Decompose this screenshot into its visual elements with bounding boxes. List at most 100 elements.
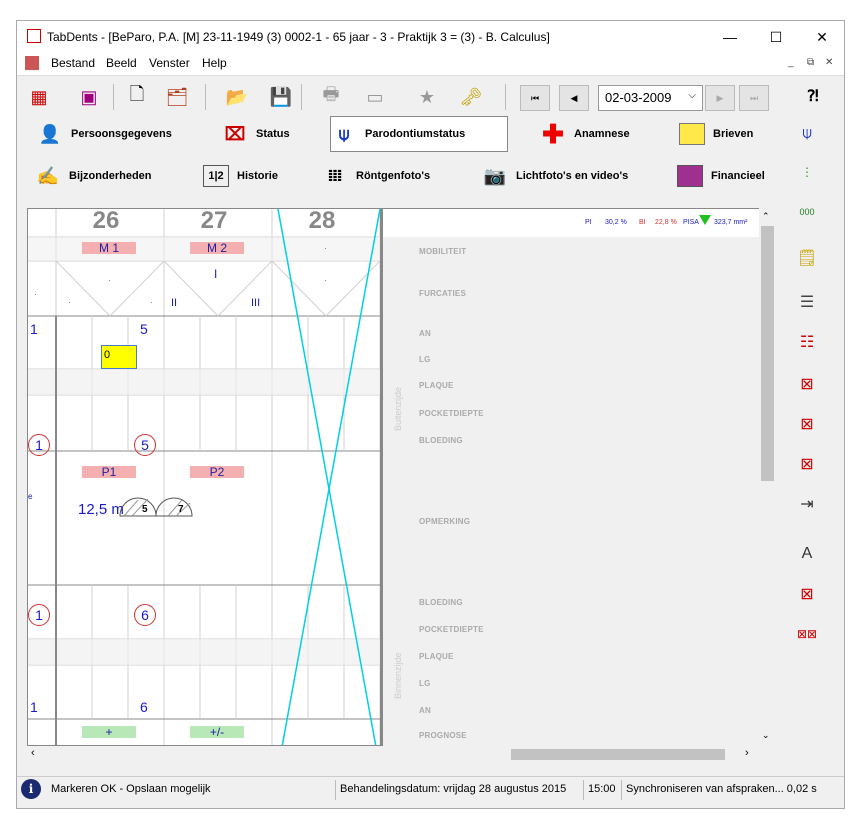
gingival-level-input[interactable]: 0: [101, 345, 137, 369]
film-icon[interactable]: ▣: [73, 82, 105, 112]
maximize-button[interactable]: ☐: [753, 21, 799, 53]
furcation-iii[interactable]: III: [251, 297, 260, 309]
letter-icon: [679, 123, 705, 145]
numbers-view-icon[interactable]: 000: [787, 195, 827, 229]
star-icon[interactable]: ★: [411, 82, 443, 112]
tab-persoonsgegevens[interactable]: 👤 Persoonsgegevens: [37, 116, 197, 152]
bleeding-marker[interactable]: 1: [28, 604, 50, 626]
app-window: TabDents - [BeParo, P.A. [M] 23-11-1949 …: [16, 20, 845, 809]
cell-dot[interactable]: ·: [34, 289, 37, 299]
mdi-minimize-icon[interactable]: _: [788, 57, 794, 68]
scroll-up-icon[interactable]: ⌃: [762, 211, 770, 222]
prognosis-value[interactable]: +: [82, 726, 136, 738]
scroll-right-icon[interactable]: ›: [745, 747, 749, 759]
camera-icon: 📷: [483, 165, 507, 186]
last-record-button[interactable]: ⏭: [739, 85, 769, 111]
date-select[interactable]: 02-03-2009 ⌵: [598, 85, 703, 111]
tab-rontgenfotos[interactable]: 𝍖 Röntgenfoto's: [322, 158, 452, 194]
tooth-size-icon[interactable]: ⊠: [787, 577, 827, 611]
mdi-restore-icon[interactable]: ⧉: [807, 57, 814, 68]
note-view-icon[interactable]: 🗒: [787, 241, 827, 275]
stack-icon[interactable]: 🗂: [161, 82, 193, 112]
vertical-scrollbar[interactable]: ⌃ ⌄: [759, 208, 776, 746]
paro-view-icon[interactable]: ⍦: [787, 117, 827, 151]
cell-dot[interactable]: ·: [324, 243, 327, 253]
cell-dot[interactable]: ·: [150, 297, 153, 307]
side-toolbar: ⍦ ⋮ 000 🗒 ☰ ☷ ⊠ ⊠ ⊠ ⇥ A ⊠ ⊠⊠: [787, 117, 831, 677]
cell-dot[interactable]: ·: [68, 297, 71, 307]
toolbar: ▦ ▣ 🗋 🗂 📂 💾 🖶 ▭ ★ 🗝 ⏮ ◀ 02-03-2009 ⌵ ▶ ⏭…: [17, 75, 844, 119]
furcation-i[interactable]: I: [214, 267, 217, 281]
tab-bijzonderheden[interactable]: ✍ Bijzonderheden: [35, 158, 195, 194]
close-button[interactable]: ✕: [799, 21, 844, 53]
tab-brieven[interactable]: Brieven: [679, 116, 759, 152]
toolbar-separator: [205, 84, 206, 110]
tooth-view-icon[interactable]: ⊠: [787, 367, 827, 401]
history-icon: 1|2: [203, 165, 229, 187]
pi-label: PI: [585, 219, 592, 226]
tab-financieel[interactable]: Financieel: [677, 158, 777, 194]
info-icon: i: [21, 779, 41, 799]
furcation-ii[interactable]: II: [171, 297, 177, 309]
label-furcaties: FURCATIES: [419, 289, 466, 298]
tooth-list-view-icon[interactable]: ⊠: [787, 407, 827, 441]
attachment-value[interactable]: 1: [30, 321, 38, 337]
bleeding-marker[interactable]: 6: [134, 604, 156, 626]
menu-venster[interactable]: Venster: [149, 56, 190, 70]
font-size-icon[interactable]: A: [787, 537, 827, 571]
dots-view-icon[interactable]: ⋮: [787, 155, 827, 189]
tab-parodontiumstatus[interactable]: ⍦ Parodontiumstatus: [330, 116, 508, 152]
first-record-button[interactable]: ⏮: [520, 85, 550, 111]
palatal-label-p1[interactable]: P1: [82, 466, 136, 478]
menu-beeld[interactable]: Beeld: [106, 56, 137, 70]
tab-label: Historie: [237, 170, 278, 182]
window-title: TabDents - [BeParo, P.A. [M] 23-11-1949 …: [47, 30, 550, 44]
horizontal-scrollbar[interactable]: ‹ ›: [27, 746, 759, 763]
mobility-label-m2[interactable]: M 2: [190, 242, 244, 254]
menu-help[interactable]: Help: [202, 56, 227, 70]
attachment-value[interactable]: 6: [140, 699, 148, 715]
bleeding-marker[interactable]: 1: [28, 434, 50, 456]
cell-dot[interactable]: ·: [324, 275, 327, 285]
note-key-icon[interactable]: 🗝: [455, 82, 487, 112]
print-icon[interactable]: 🖶: [315, 82, 347, 112]
attachment-value[interactable]: 5: [140, 321, 148, 337]
list-tooth-view-icon[interactable]: ☷: [787, 325, 827, 359]
new-document-icon[interactable]: 🗋: [121, 82, 153, 112]
scroll-thumb[interactable]: [761, 226, 774, 481]
label-prognose: PROGNOSE: [419, 731, 467, 740]
attachment-value[interactable]: 1: [30, 699, 38, 715]
chart-grid-icon[interactable]: ▦: [23, 82, 55, 112]
minimize-button[interactable]: —: [707, 21, 753, 53]
scroll-down-icon[interactable]: ⌄: [762, 730, 770, 741]
bleeding-marker[interactable]: 5: [134, 434, 156, 456]
scroll-thumb[interactable]: [511, 749, 725, 760]
context-help-icon[interactable]: ⁈: [807, 86, 819, 106]
step-icon[interactable]: ⇥: [787, 487, 827, 521]
save-icon[interactable]: 💾: [265, 82, 297, 112]
open-folder-icon[interactable]: 📂: [221, 82, 253, 112]
scroll-left-icon[interactable]: ‹: [31, 747, 35, 759]
palatal-label-p2[interactable]: P2: [190, 466, 244, 478]
row-label-panel: PI 30,2 % BI 22,8 % PISA 323,7 mm² MOBIL…: [383, 208, 759, 746]
tab-anamnese[interactable]: ✚ Anamnese: [540, 116, 650, 152]
tab-status[interactable]: ⌧ Status: [222, 116, 317, 152]
menu-bestand[interactable]: Bestand: [51, 56, 95, 70]
date-value: 02-03-2009: [605, 90, 672, 105]
tab-label: Lichtfoto's en video's: [516, 170, 629, 182]
measurement-value[interactable]: 12,5 m: [78, 501, 124, 518]
red-cross-icon: ✚: [542, 118, 564, 149]
mobility-label-m1[interactable]: M 1: [82, 242, 136, 254]
list-view-icon[interactable]: ☰: [787, 285, 827, 319]
prognosis-value[interactable]: +/-: [190, 726, 244, 738]
cell-dot[interactable]: ·: [108, 275, 111, 285]
multi-tooth-icon[interactable]: ⊠⊠: [787, 617, 827, 651]
tooth-single-view-icon[interactable]: ⊠: [787, 447, 827, 481]
tab-lichtfotos[interactable]: 📷 Lichtfoto's en video's: [482, 158, 652, 194]
mdi-close-icon[interactable]: ✕: [825, 57, 833, 68]
next-record-button[interactable]: ▶: [705, 85, 735, 111]
previous-record-button[interactable]: ◀: [559, 85, 589, 111]
card-icon[interactable]: ▭: [359, 82, 391, 112]
tab-historie[interactable]: 1|2 Historie: [203, 158, 298, 194]
edge-marker: ᵉ: [28, 491, 33, 505]
